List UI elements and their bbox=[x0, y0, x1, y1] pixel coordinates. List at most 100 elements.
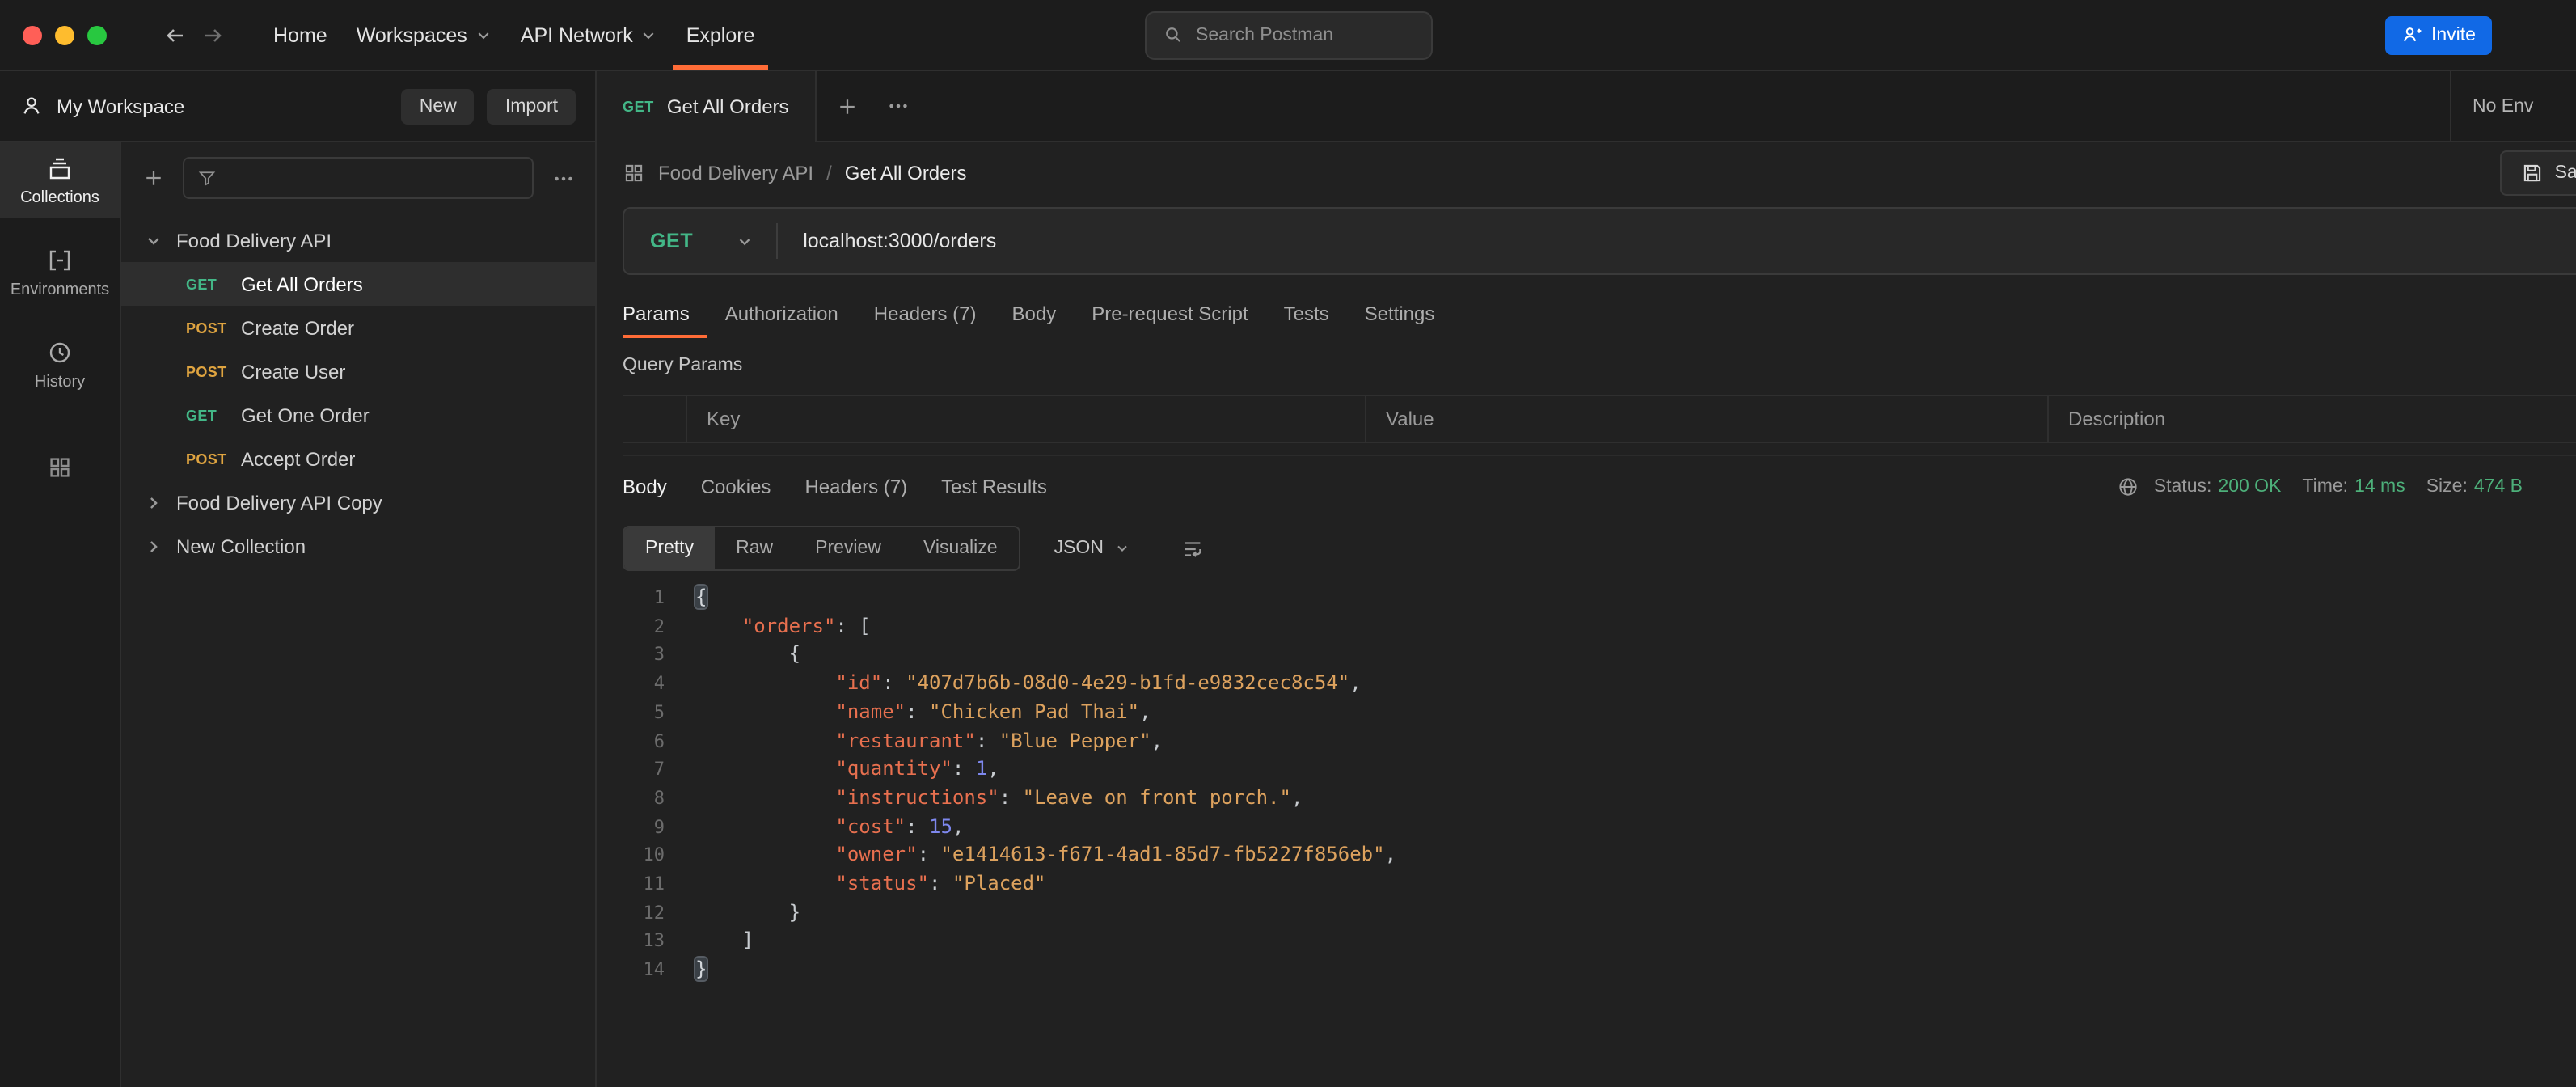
nav-workspaces-label: Workspaces bbox=[357, 23, 467, 46]
tree-item-label: Get One Order bbox=[241, 404, 370, 426]
method-badge: POST bbox=[186, 450, 234, 467]
method-value: GET bbox=[650, 230, 693, 252]
view-mode-group: Pretty Raw Preview Visualize bbox=[623, 526, 1020, 571]
url-input[interactable]: localhost:3000/orders bbox=[803, 230, 996, 252]
app-shell: Collections Environments History bbox=[0, 142, 2576, 1087]
code-line-content: "owner": "e1414613-f671-4ad1-85d7-fb5227… bbox=[695, 842, 1396, 870]
four-squares-icon bbox=[47, 455, 73, 480]
tab-params[interactable]: Params bbox=[623, 290, 707, 338]
invite-person-icon bbox=[2401, 24, 2422, 45]
globe-icon[interactable] bbox=[2117, 476, 2139, 498]
response-tab-body[interactable]: Body bbox=[623, 476, 667, 498]
environment-selector[interactable]: No Env bbox=[2450, 71, 2576, 142]
environment-label: No Env bbox=[2473, 96, 2533, 116]
response-header: Body Cookies Headers (7) Test Results St… bbox=[623, 463, 2576, 511]
line-number: 6 bbox=[623, 727, 665, 755]
rail-collections[interactable]: Collections bbox=[0, 142, 120, 218]
chevron-right-icon bbox=[144, 493, 167, 512]
breadcrumb-collection[interactable]: Food Delivery API bbox=[658, 161, 813, 184]
code-line-content: { bbox=[695, 584, 707, 612]
wrap-text-button[interactable] bbox=[1172, 527, 1214, 569]
tab-authorization[interactable]: Authorization bbox=[707, 290, 856, 338]
request-tabstrip: GET Get All Orders bbox=[597, 71, 2450, 142]
code-line: 2 "orders": [ bbox=[623, 612, 2576, 641]
more-options-icon bbox=[551, 166, 575, 190]
forward-arrow-icon bbox=[201, 22, 226, 48]
code-line-content: "orders": [ bbox=[695, 612, 871, 641]
view-pretty[interactable]: Pretty bbox=[624, 527, 715, 569]
code-line-content: ] bbox=[695, 928, 754, 956]
tab-pre-request-script[interactable]: Pre-request Script bbox=[1074, 290, 1265, 338]
response-tab-test-results[interactable]: Test Results bbox=[941, 476, 1047, 498]
tab-options-button[interactable] bbox=[878, 85, 920, 127]
request-tab-title: Get All Orders bbox=[667, 95, 789, 118]
rail-environments[interactable]: Environments bbox=[0, 235, 120, 311]
new-button[interactable]: New bbox=[402, 88, 475, 124]
save-button[interactable]: Save bbox=[2500, 150, 2576, 195]
code-line-content: } bbox=[695, 899, 800, 927]
import-button[interactable]: Import bbox=[488, 88, 576, 124]
collection-food-delivery-api[interactable]: Food Delivery API bbox=[121, 218, 595, 262]
tab-tests[interactable]: Tests bbox=[1266, 290, 1347, 338]
size-value[interactable]: 474 B bbox=[2474, 477, 2523, 497]
code-line-content: "id": "407d7b6b-08d0-4e29-b1fd-e9832cec8… bbox=[695, 670, 1362, 698]
format-selector[interactable]: JSON bbox=[1037, 526, 1149, 571]
collection-new-collection[interactable]: New Collection bbox=[121, 524, 595, 568]
code-line-content: "quantity": 1, bbox=[695, 755, 999, 784]
back-button[interactable] bbox=[155, 15, 194, 54]
rail-more-tools[interactable] bbox=[0, 442, 120, 492]
time-value[interactable]: 14 ms bbox=[2354, 477, 2405, 497]
request-get-one-order[interactable]: GET Get One Order bbox=[121, 393, 595, 437]
collection-food-delivery-api-copy[interactable]: Food Delivery API Copy bbox=[121, 480, 595, 524]
invite-button[interactable]: Invite bbox=[2384, 15, 2492, 54]
param-description-header: Description bbox=[2049, 396, 2576, 442]
sidebar-options-button[interactable] bbox=[547, 157, 579, 199]
line-number: 7 bbox=[623, 755, 665, 784]
sidebar-search-input[interactable] bbox=[228, 168, 519, 188]
method-badge: POST bbox=[186, 319, 234, 336]
tab-headers[interactable]: Headers (7) bbox=[856, 290, 995, 338]
chevron-down-icon bbox=[144, 231, 167, 250]
sidebar-search[interactable] bbox=[183, 157, 534, 199]
zoom-window-button[interactable] bbox=[87, 25, 107, 44]
app-header: Home Workspaces API Network Explore Invi… bbox=[0, 0, 2576, 71]
rail-collections-label: Collections bbox=[20, 189, 99, 207]
request-create-user[interactable]: POST Create User bbox=[121, 349, 595, 393]
response-tab-headers[interactable]: Headers (7) bbox=[804, 476, 907, 498]
rail-history[interactable]: History bbox=[0, 327, 120, 403]
chevron-down-icon bbox=[735, 232, 753, 250]
new-tab-button[interactable] bbox=[826, 85, 868, 127]
sidebar-add-button[interactable] bbox=[137, 157, 170, 199]
request-get-all-orders[interactable]: GET Get All Orders bbox=[121, 262, 595, 306]
query-params-label: Query Params bbox=[623, 356, 2576, 375]
breadcrumb-request[interactable]: Get All Orders bbox=[845, 161, 967, 184]
response-body-code[interactable]: 1{2 "orders": [3 {4 "id": "407d7b6b-08d0… bbox=[623, 584, 2576, 985]
back-arrow-icon bbox=[162, 22, 188, 48]
request-tab-get-all-orders[interactable]: GET Get All Orders bbox=[597, 71, 817, 142]
method-selector[interactable]: GET bbox=[624, 209, 775, 273]
global-search[interactable] bbox=[1144, 11, 1432, 59]
status-value[interactable]: 200 OK bbox=[2218, 477, 2281, 497]
nav-home[interactable]: Home bbox=[259, 0, 342, 70]
forward-button[interactable] bbox=[194, 15, 233, 54]
code-line: 13 ] bbox=[623, 928, 2576, 956]
nav-explore[interactable]: Explore bbox=[672, 0, 770, 70]
code-line-content: } bbox=[695, 956, 707, 984]
view-preview[interactable]: Preview bbox=[794, 527, 902, 569]
close-window-button[interactable] bbox=[23, 25, 42, 44]
tab-body[interactable]: Body bbox=[995, 290, 1075, 338]
search-input[interactable] bbox=[1196, 25, 1414, 44]
tab-settings[interactable]: Settings bbox=[1347, 290, 1453, 338]
request-create-order[interactable]: POST Create Order bbox=[121, 306, 595, 349]
workspace-title[interactable]: My Workspace bbox=[57, 95, 184, 117]
view-raw[interactable]: Raw bbox=[715, 527, 794, 569]
minimize-window-button[interactable] bbox=[55, 25, 74, 44]
breadcrumb: Food Delivery API / Get All Orders bbox=[623, 161, 967, 184]
request-accept-order[interactable]: POST Accept Order bbox=[121, 437, 595, 480]
nav-workspaces[interactable]: Workspaces bbox=[342, 0, 506, 70]
view-visualize[interactable]: Visualize bbox=[902, 527, 1019, 569]
response-tab-cookies[interactable]: Cookies bbox=[701, 476, 771, 498]
chevron-down-icon bbox=[1115, 540, 1131, 556]
tree-item-label: Food Delivery API bbox=[176, 229, 332, 252]
nav-api-network[interactable]: API Network bbox=[506, 0, 672, 70]
